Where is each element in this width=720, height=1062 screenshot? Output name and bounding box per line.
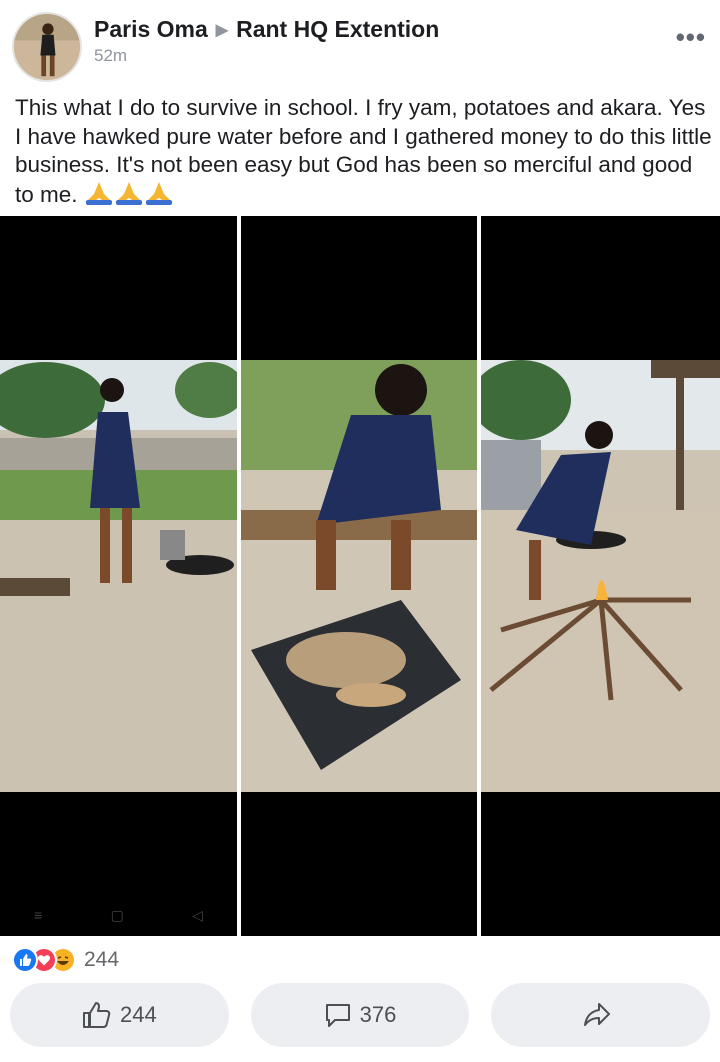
praying-hands-icon [114,180,144,206]
comment-button[interactable]: 376 [250,983,470,1047]
group-name[interactable]: Rant HQ Extention [236,16,439,43]
comment-count: 376 [359,1002,397,1027]
like-icon [12,947,38,973]
praying-hands-icon [144,180,174,206]
post-header: Paris Oma ▶ Rant HQ Extention 52m ••• [0,0,720,90]
author-name[interactable]: Paris Oma [94,16,208,43]
photo-woman-peeling-yam-icon [241,360,477,792]
reactions-summary[interactable]: 244 [12,946,119,974]
photo-grid: ≡ ▢ ◁ [0,216,720,936]
photo-1[interactable]: ≡ ▢ ◁ [0,216,237,936]
like-count: 244 [119,1002,157,1027]
photo-2[interactable] [241,216,477,936]
more-options-icon[interactable]: ••• [676,22,706,53]
photo-3[interactable] [481,216,720,936]
back-icon[interactable]: ◁ [192,907,203,924]
photo-firewood-stove-icon [481,360,720,792]
photo-woman-standing-icon [0,360,237,792]
avatar[interactable] [12,12,82,82]
home-icon[interactable]: ▢ [111,907,124,924]
post-time[interactable]: 52m [94,46,127,66]
author-line: Paris Oma ▶ Rant HQ Extention [94,16,439,43]
system-navbar: ≡ ▢ ◁ [0,907,237,924]
like-button[interactable]: 244 [10,983,229,1047]
comment-icon [325,1004,350,1027]
share-button[interactable] [491,983,711,1047]
reaction-count: 244 [84,948,120,971]
share-icon [583,1003,610,1026]
thumbs-up-icon [82,1002,111,1028]
praying-hands-icon [84,180,114,206]
post-text: This what I do to survive in school. I f… [15,94,715,209]
arrow-right-icon: ▶ [215,21,229,39]
action-bar: 244 376 [10,983,711,1047]
menu-icon[interactable]: ≡ [34,907,42,924]
